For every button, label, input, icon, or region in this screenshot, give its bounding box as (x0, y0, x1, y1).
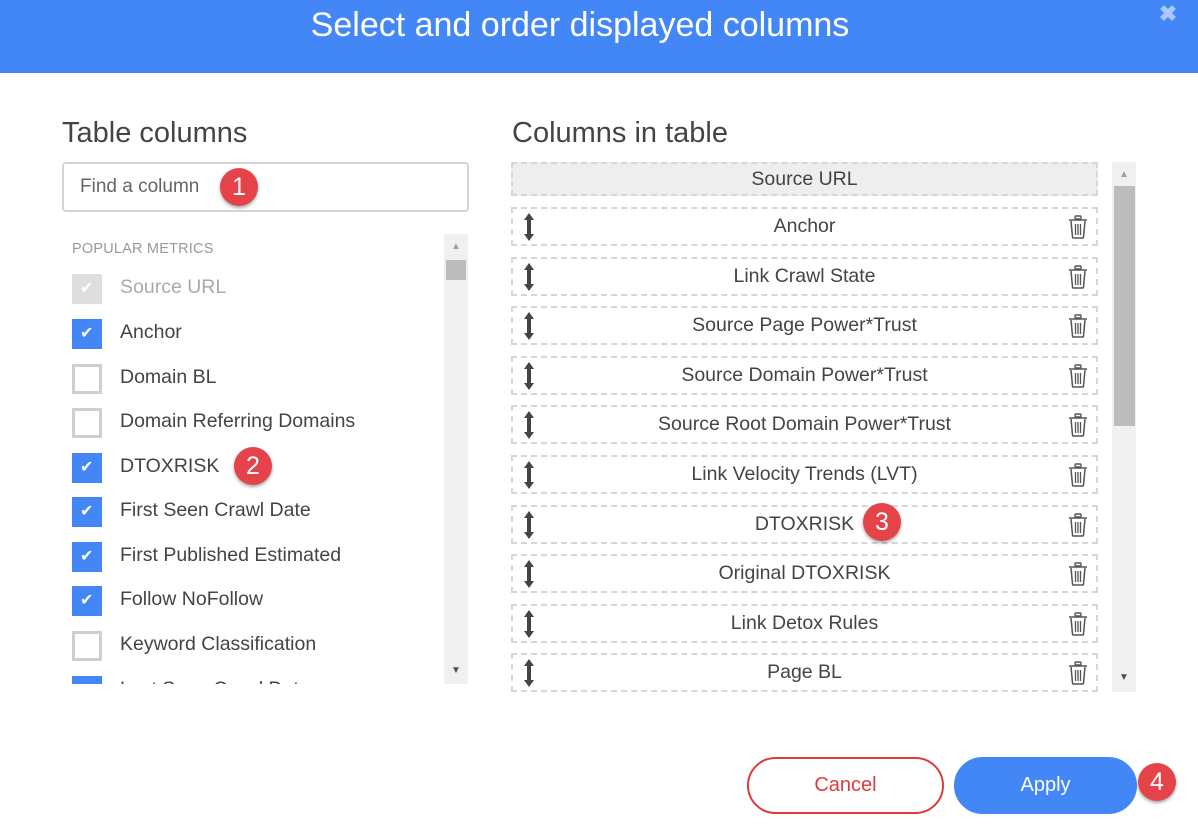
dialog-header: Select and order displayed columns ✖ (0, 0, 1198, 73)
checkbox[interactable] (72, 408, 102, 438)
trash-icon[interactable] (1068, 413, 1088, 438)
column-row[interactable]: Link Crawl State (511, 256, 1098, 296)
column-label: Page BL (767, 661, 842, 684)
column-option-domain-referring-domains[interactable]: Domain Referring Domains (72, 408, 442, 440)
left-scrollbar[interactable]: ▲ ▼ (444, 234, 468, 684)
annotation-badge-4: 4 (1138, 763, 1176, 801)
checkmark-icon: ✔ (80, 280, 94, 297)
column-option-anchor[interactable]: ✔ Anchor (72, 319, 442, 351)
scroll-down-arrow-icon[interactable]: ▼ (1112, 669, 1136, 687)
column-option-label: First Seen Crawl Date (120, 499, 311, 521)
column-option-source-url: ✔ Source URL (72, 274, 442, 306)
column-option-label: DTOXRISK (120, 455, 220, 477)
close-x-icon[interactable]: ✖ (1155, 3, 1181, 25)
column-label: Link Detox Rules (730, 611, 879, 634)
column-row[interactable]: Page BL (511, 653, 1098, 692)
column-label: DTOXRISK (754, 512, 855, 535)
trash-icon[interactable] (1068, 463, 1088, 487)
checkmark-icon: ✔ (80, 459, 94, 476)
column-row[interactable]: Source Domain Power*Trust (511, 355, 1098, 395)
apply-button[interactable]: Apply (954, 757, 1137, 814)
column-label: Source Root Domain Power*Trust (658, 413, 951, 436)
column-option-label: Domain BL (120, 366, 217, 388)
column-option-label: Keyword Classification (120, 633, 317, 655)
column-option-first-published-estimated[interactable]: ✔ First Published Estimated (72, 542, 442, 574)
checkbox[interactable]: ✔ (72, 542, 102, 572)
scroll-up-arrow-icon[interactable]: ▲ (444, 238, 468, 256)
column-option-label: Source URL (120, 276, 227, 298)
column-label: Source URL (751, 168, 858, 190)
column-option-label: Domain Referring Domains (120, 410, 356, 432)
checkbox[interactable]: ✔ (72, 319, 102, 349)
column-option-label: First Published Estimated (120, 544, 342, 566)
column-label: Original DTOXRISK (718, 562, 891, 585)
column-row[interactable]: Link Velocity Trends (LVT) (511, 455, 1098, 494)
checkbox: ✔ (72, 274, 102, 304)
right-scrollbar[interactable]: ▲ ▼ (1112, 162, 1136, 692)
trash-icon[interactable] (1068, 562, 1088, 586)
trash-icon[interactable] (1068, 364, 1088, 388)
dialog-title: Select and order displayed columns (310, 6, 850, 44)
column-option-keyword-classification[interactable]: Keyword Classification (72, 631, 442, 663)
trash-icon[interactable] (1068, 215, 1088, 239)
column-label: Link Velocity Trends (LVT) (691, 463, 918, 485)
checkbox[interactable] (72, 631, 102, 661)
checkmark-icon: ✔ (80, 680, 94, 684)
column-row[interactable]: Link Detox Rules (511, 603, 1098, 643)
column-row[interactable]: Anchor (511, 207, 1098, 246)
columns-in-table-title: Columns in table (512, 117, 728, 149)
checkbox[interactable]: ✔ (72, 497, 102, 527)
column-option-domain-bl[interactable]: Domain BL (72, 364, 442, 396)
cancel-button[interactable]: Cancel (747, 757, 944, 814)
column-option-last-seen-crawl-date[interactable]: ✔ Last Seen Crawl Date (72, 676, 442, 684)
column-row[interactable]: Original DTOXRISK (511, 554, 1098, 594)
checkbox[interactable]: ✔ (72, 453, 102, 483)
group-label-popular-metrics: POPULAR METRICS (72, 241, 214, 257)
column-option-follow-nofollow[interactable]: ✔ Follow NoFollow (72, 586, 442, 618)
column-label: Anchor (773, 215, 836, 237)
trash-icon[interactable] (1068, 612, 1088, 636)
find-column-input[interactable] (62, 162, 469, 212)
trash-icon[interactable] (1068, 512, 1088, 537)
table-columns-title: Table columns (62, 117, 248, 149)
column-option-label: Last Seen Crawl Date (120, 678, 310, 684)
column-row[interactable]: Source Root Domain Power*Trust (511, 405, 1098, 445)
trash-icon[interactable] (1068, 661, 1088, 686)
column-label: Source Page Power*Trust (692, 314, 917, 337)
column-option-label: Anchor (120, 321, 182, 343)
checkbox[interactable]: ✔ (72, 586, 102, 616)
checkbox[interactable]: ✔ (72, 676, 102, 684)
column-option-label: Follow NoFollow (120, 588, 264, 610)
column-label: Source Domain Power*Trust (681, 363, 928, 386)
trash-icon[interactable] (1068, 314, 1088, 338)
checkmark-icon: ✔ (80, 548, 94, 565)
checkmark-icon: ✔ (80, 503, 94, 520)
selected-columns-list: Source URL Anchor Link Crawl State Source … (511, 162, 1101, 692)
checkbox[interactable] (72, 364, 102, 394)
scroll-thumb[interactable] (1114, 186, 1135, 426)
trash-icon[interactable] (1068, 264, 1088, 289)
column-option-first-seen-crawl-date[interactable]: ✔ First Seen Crawl Date (72, 497, 442, 529)
column-row[interactable]: Source Page Power*Trust (511, 306, 1098, 346)
fixed-column-source-url: Source URL (511, 162, 1098, 196)
scroll-down-arrow-icon[interactable]: ▼ (444, 662, 468, 680)
checkmark-icon: ✔ (80, 592, 94, 609)
annotation-badge-1: 1 (220, 168, 258, 206)
column-row[interactable]: DTOXRISK (511, 504, 1098, 544)
scroll-thumb[interactable] (446, 260, 466, 280)
annotation-badge-2: 2 (234, 447, 272, 485)
checkmark-icon: ✔ (80, 325, 94, 342)
annotation-badge-3: 3 (863, 503, 901, 541)
column-label: Link Crawl State (733, 264, 876, 287)
scroll-up-arrow-icon[interactable]: ▲ (1112, 166, 1136, 184)
